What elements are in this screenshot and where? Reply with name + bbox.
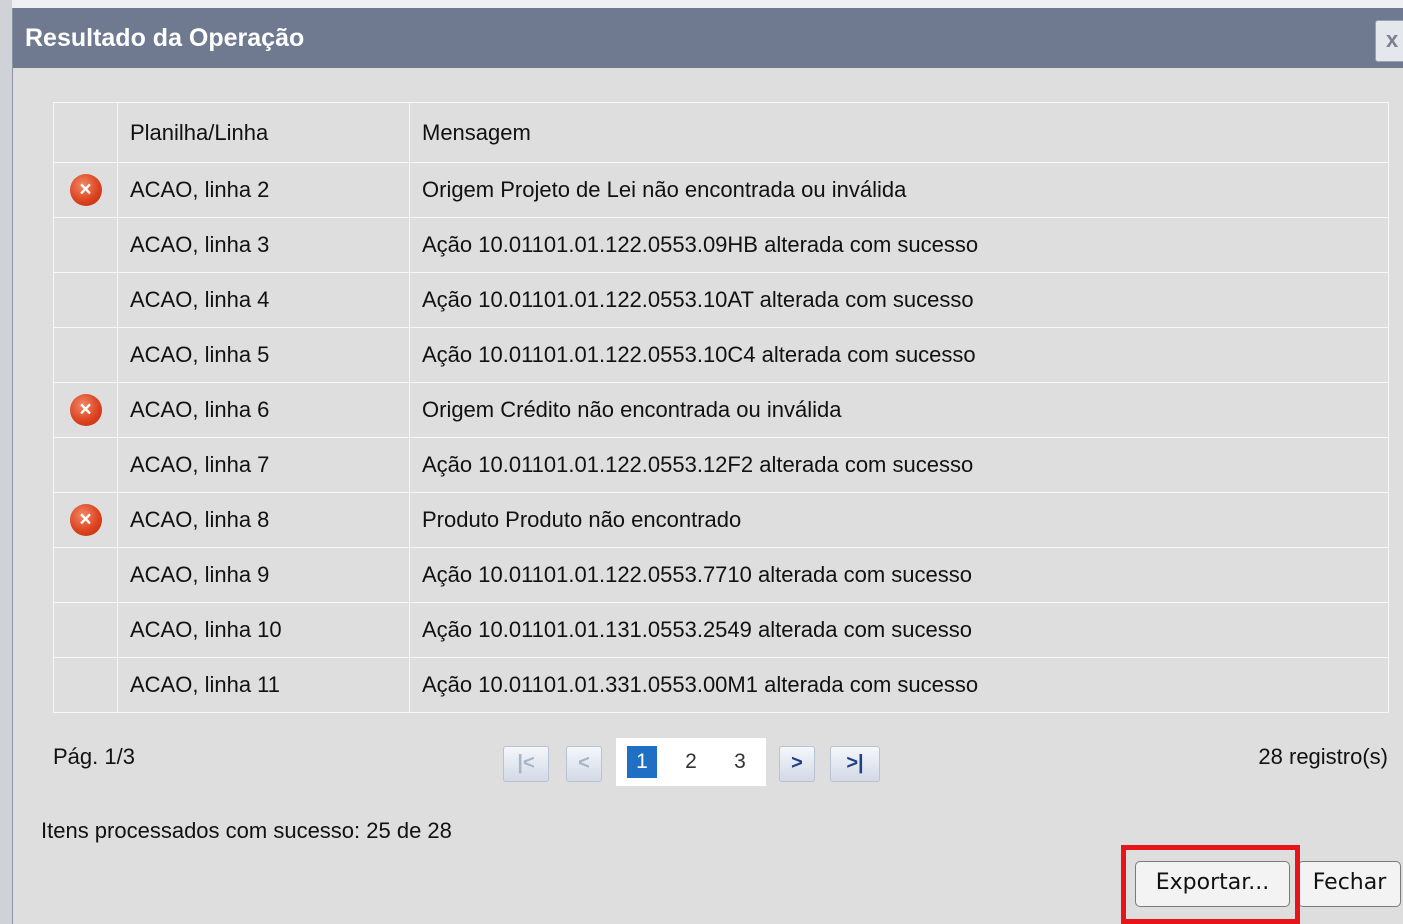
close-button[interactable]: Fechar	[1298, 861, 1401, 907]
table-row[interactable]: ACAO, linha 10 Ação 10.01101.01.131.0553.…	[53, 602, 1389, 658]
sheet-line-cell: ACAO, linha 6	[117, 382, 410, 438]
row-status-cell: ×	[53, 492, 118, 548]
row-status-cell	[53, 217, 118, 273]
row-status-cell	[53, 547, 118, 603]
sheet-line-cell: ACAO, linha 8	[117, 492, 410, 548]
message-cell: Produto Produto não encontrado	[409, 492, 1389, 548]
sheet-line-cell: ACAO, linha 2	[117, 162, 410, 218]
table-row[interactable]: × ACAO, linha 8 Produto Produto não encont…	[53, 492, 1389, 548]
background-window-left	[0, 0, 12, 924]
table-row[interactable]: ACAO, linha 9 Ação 10.01101.01.122.0553.7…	[53, 547, 1389, 603]
page-indicator: Pág. 1/3	[53, 744, 135, 769]
column-header-status[interactable]	[53, 102, 118, 163]
page-button-2[interactable]: 2	[676, 746, 706, 778]
message-cell: Origem Projeto de Lei não encontrada ou …	[409, 162, 1389, 218]
table-header-row: Planilha/Linha Mensagem	[53, 102, 1389, 163]
message-cell: Ação 10.01101.01.331.0553.00M1 alterada …	[409, 657, 1389, 713]
message-cell: Ação 10.01101.01.122.0553.12F2 alterada …	[409, 437, 1389, 493]
table-body: × ACAO, linha 2 Origem Projeto de Lei não …	[53, 162, 1389, 713]
sheet-line-cell: ACAO, linha 3	[117, 217, 410, 273]
message-cell: Ação 10.01101.01.122.0553.09HB alterada …	[409, 217, 1389, 273]
first-page-icon[interactable]: |<	[503, 746, 549, 782]
table-row[interactable]: ACAO, linha 4 Ação 10.01101.01.122.0553.1…	[53, 272, 1389, 328]
table-row[interactable]: ACAO, linha 3 Ação 10.01101.01.122.0553.0…	[53, 217, 1389, 273]
row-status-cell	[53, 437, 118, 493]
error-x-circle-icon: ×	[69, 174, 102, 206]
last-page-icon[interactable]: >|	[830, 746, 880, 782]
sheet-line-cell: ACAO, linha 10	[117, 602, 410, 658]
message-cell: Ação 10.01101.01.122.0553.10C4 alterada …	[409, 327, 1389, 383]
column-header-message[interactable]: Mensagem	[409, 102, 1389, 163]
error-x-circle-icon: ×	[69, 504, 102, 536]
row-status-cell	[53, 657, 118, 713]
row-status-cell: ×	[53, 162, 118, 218]
result-dialog: Resultado da Operação x Planilha/Linha M…	[12, 8, 1403, 924]
row-status-cell	[53, 602, 118, 658]
column-header-sheet-line[interactable]: Planilha/Linha	[117, 102, 410, 163]
page-number-list: 1 2 3	[616, 738, 766, 786]
page-button-3[interactable]: 3	[725, 746, 755, 778]
table-row[interactable]: ACAO, linha 5 Ação 10.01101.01.122.0553.1…	[53, 327, 1389, 383]
row-status-cell: ×	[53, 382, 118, 438]
dialog-titlebar[interactable]: Resultado da Operação	[13, 8, 1403, 68]
table-row[interactable]: ACAO, linha 7 Ação 10.01101.01.122.0553.1…	[53, 437, 1389, 493]
close-icon[interactable]: x	[1375, 20, 1403, 62]
dialog-title: Resultado da Operação	[25, 24, 305, 52]
page-button-1[interactable]: 1	[627, 746, 657, 778]
message-cell: Ação 10.01101.01.122.0553.10AT alterada …	[409, 272, 1389, 328]
sheet-line-cell: ACAO, linha 5	[117, 327, 410, 383]
record-count: 28 registro(s)	[1258, 744, 1388, 769]
sheet-line-cell: ACAO, linha 9	[117, 547, 410, 603]
error-x-circle-icon: ×	[69, 394, 102, 426]
message-cell: Origem Crédito não encontrada ou inválid…	[409, 382, 1389, 438]
sheet-line-cell: ACAO, linha 7	[117, 437, 410, 493]
table-row[interactable]: × ACAO, linha 6 Origem Crédito não encontr…	[53, 382, 1389, 438]
message-cell: Ação 10.01101.01.131.0553.2549 alterada …	[409, 602, 1389, 658]
results-table: Planilha/Linha Mensagem × ACAO, linha 2 Or…	[53, 102, 1389, 713]
previous-page-icon[interactable]: <	[566, 746, 602, 782]
message-cell: Ação 10.01101.01.122.0553.7710 alterada …	[409, 547, 1389, 603]
processing-summary: Itens processados com sucesso: 25 de 28	[41, 818, 452, 843]
row-status-cell	[53, 327, 118, 383]
next-page-icon[interactable]: >	[779, 746, 815, 782]
sheet-line-cell: ACAO, linha 11	[117, 657, 410, 713]
sheet-line-cell: ACAO, linha 4	[117, 272, 410, 328]
table-row[interactable]: × ACAO, linha 2 Origem Projeto de Lei não …	[53, 162, 1389, 218]
table-row[interactable]: ACAO, linha 11 Ação 10.01101.01.331.0553.…	[53, 657, 1389, 713]
background-window-edge	[0, 0, 1403, 8]
highlight-box	[1121, 845, 1300, 924]
row-status-cell	[53, 272, 118, 328]
